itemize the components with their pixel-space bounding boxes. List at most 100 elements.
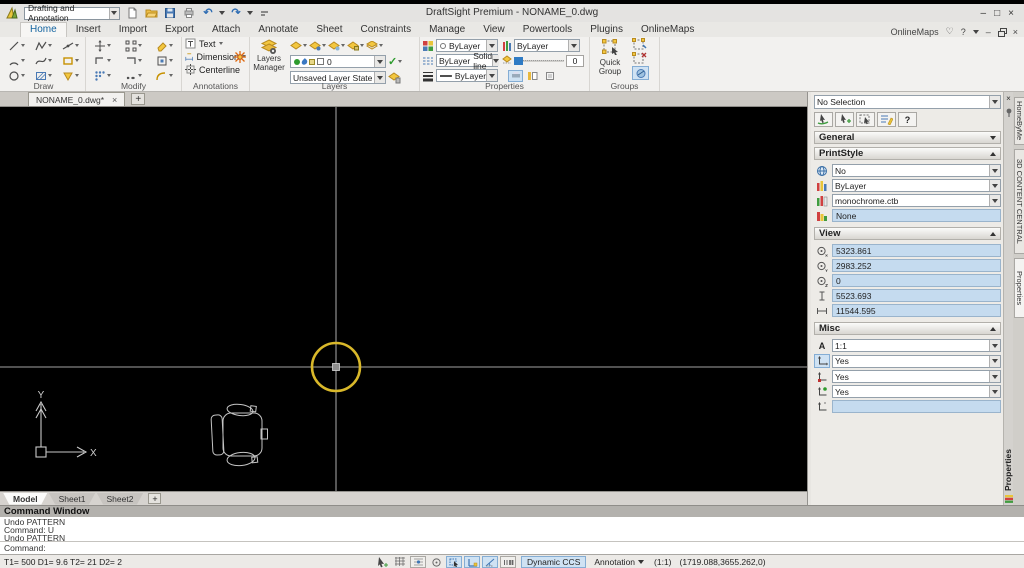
transparency-value[interactable]: 0	[566, 54, 584, 67]
drawing-canvas[interactable]: Y X	[0, 107, 807, 491]
pattern-tool-button[interactable]	[118, 39, 149, 52]
tab-annotate[interactable]: Annotate	[249, 23, 307, 37]
hide-layer-button[interactable]	[290, 39, 307, 52]
printstyle-file-select[interactable]: monochrome.ctb	[832, 194, 1001, 207]
rich-line-style-dropdown[interactable]	[568, 40, 579, 51]
palette-close-icon[interactable]: ×	[1004, 94, 1013, 103]
quick-select-button[interactable]	[877, 112, 896, 127]
infinite-line-tool-button[interactable]	[57, 39, 84, 52]
dock-tab-homebyme[interactable]: HomeByMe	[1014, 97, 1024, 145]
line-weight-dropdown[interactable]	[486, 70, 497, 81]
ccs-name-value[interactable]	[832, 400, 1001, 413]
view-width-value[interactable]: 11544.595	[832, 304, 1001, 317]
view-center-z-value[interactable]: 0	[832, 274, 1001, 287]
ccs-entity-select[interactable]: Yes	[832, 385, 1001, 398]
redo-dropdown-icon[interactable]	[247, 11, 253, 15]
doc-close-button[interactable]: ×	[1013, 27, 1018, 37]
etrack-toggle-icon[interactable]	[482, 556, 498, 568]
annotation-scale-select[interactable]: 1:1	[832, 339, 1001, 352]
arc-tool-button[interactable]	[3, 54, 30, 67]
lineweight-toggle-icon[interactable]	[500, 556, 516, 568]
dynamic-ccs-button[interactable]: Dynamic CCS	[521, 556, 587, 568]
layers-manager-button[interactable]: Layers Manager	[252, 39, 286, 79]
line-tool-button[interactable]	[3, 39, 30, 52]
rich-line-style-select[interactable]: ByLayer	[514, 39, 580, 52]
text-tool-button[interactable]: Text	[182, 37, 249, 50]
section-printstyle[interactable]: PrintStyle	[814, 147, 1001, 160]
command-input[interactable]: Command:	[0, 541, 1024, 554]
help-dropdown-icon[interactable]	[972, 29, 979, 34]
chair-drawing[interactable]	[210, 403, 268, 467]
active-layer-select[interactable]: 0	[290, 55, 386, 68]
workspace-select[interactable]: Drafting and Annotation	[24, 3, 120, 23]
printstyle-policy-select[interactable]: No	[832, 164, 1001, 177]
move-tool-button[interactable]	[87, 39, 118, 52]
annotation-scale-control[interactable]: Annotation	[594, 557, 645, 567]
printstyle-style-value[interactable]: None	[832, 209, 1001, 222]
tab-attach[interactable]: Attach	[203, 23, 249, 37]
printstyle-bylayer-select[interactable]: ByLayer	[832, 179, 1001, 192]
tab-import[interactable]: Import	[110, 23, 156, 37]
rectangle-tool-button[interactable]	[57, 54, 84, 67]
print-style-toggle-button[interactable]	[508, 69, 523, 82]
dimension-tool-button[interactable]: Dimension	[182, 50, 249, 63]
group-button[interactable]	[632, 38, 647, 51]
new-file-button[interactable]	[124, 6, 140, 20]
line-style-dropdown[interactable]	[492, 55, 500, 66]
smart-dimension-icon[interactable]	[234, 50, 246, 63]
tab-sheet[interactable]: Sheet	[307, 23, 351, 37]
tab-home[interactable]: Home	[20, 22, 67, 37]
pointer-filter-icon[interactable]	[374, 556, 390, 568]
selection-filter-dropdown[interactable]	[989, 96, 1000, 108]
lineweight-display-button[interactable]	[525, 70, 540, 82]
minimize-button[interactable]: –	[981, 8, 987, 19]
view-height-value[interactable]: 5523.693	[832, 289, 1001, 302]
section-misc[interactable]: Misc	[814, 322, 1001, 335]
spline-tool-button[interactable]	[30, 54, 57, 67]
line-color-dropdown[interactable]	[486, 40, 497, 51]
undo-dropdown-icon[interactable]	[219, 11, 225, 15]
layer-settings-button[interactable]	[366, 39, 383, 52]
isolate-layer-button[interactable]	[309, 39, 326, 52]
quick-group-button[interactable]: Quick Group	[592, 39, 628, 76]
tab-constraints[interactable]: Constraints	[352, 23, 421, 37]
command-history[interactable]: Undo PATTERN Command: U Undo PATTERN	[0, 517, 1024, 542]
customize-qat-icon[interactable]	[256, 6, 272, 20]
close-button[interactable]: ×	[1008, 8, 1014, 19]
freeze-layer-button[interactable]	[328, 39, 345, 52]
ortho-toggle-icon[interactable]	[428, 556, 444, 568]
lock-layer-button[interactable]	[347, 39, 364, 52]
tab-manage[interactable]: Manage	[420, 23, 474, 37]
dock-tab-3dcontentcentral[interactable]: 3D CONTENT CENTRAL	[1014, 149, 1024, 254]
centerline-tool-button[interactable]: Centerline	[182, 63, 249, 76]
print-button[interactable]	[181, 6, 197, 20]
tab-powertools[interactable]: Powertools	[514, 23, 581, 37]
document-tab-close-icon[interactable]: ×	[112, 95, 117, 105]
undo-button[interactable]: ↶	[200, 6, 216, 20]
select-entities-button[interactable]	[814, 112, 833, 127]
tab-view[interactable]: View	[474, 23, 514, 37]
tab-onlinemaps[interactable]: OnlineMaps	[632, 23, 703, 37]
sheet-tab-sheet2[interactable]: Sheet2	[96, 492, 144, 505]
selection-filter-select[interactable]: No Selection	[814, 95, 1001, 109]
grid-toggle-icon[interactable]	[392, 556, 408, 568]
window-selection-button[interactable]	[856, 112, 875, 127]
ccs-origin-select[interactable]: Yes	[832, 370, 1001, 383]
doc-restore-button[interactable]	[997, 27, 1007, 37]
document-tab-active[interactable]: NONAME_0.dwg* ×	[28, 92, 126, 106]
open-file-button[interactable]	[143, 6, 159, 20]
offset-tool-button[interactable]	[149, 54, 180, 67]
snap-toggle-icon[interactable]	[410, 556, 426, 568]
add-to-selection-button[interactable]	[835, 112, 854, 127]
tab-export[interactable]: Export	[156, 23, 203, 37]
save-button[interactable]	[162, 6, 178, 20]
section-view[interactable]: View	[814, 227, 1001, 240]
tab-plugins[interactable]: Plugins	[581, 23, 632, 37]
doc-minimize-button[interactable]: –	[986, 27, 991, 37]
command-window-header[interactable]: Command Window	[0, 505, 1024, 517]
sheet-tab-model[interactable]: Model	[3, 492, 48, 505]
view-center-y-value[interactable]: 2983.252	[832, 259, 1001, 272]
erase-tool-button[interactable]	[149, 39, 180, 52]
palette-pin-icon[interactable]	[1005, 108, 1013, 118]
entity-transparency-button[interactable]	[542, 70, 557, 82]
